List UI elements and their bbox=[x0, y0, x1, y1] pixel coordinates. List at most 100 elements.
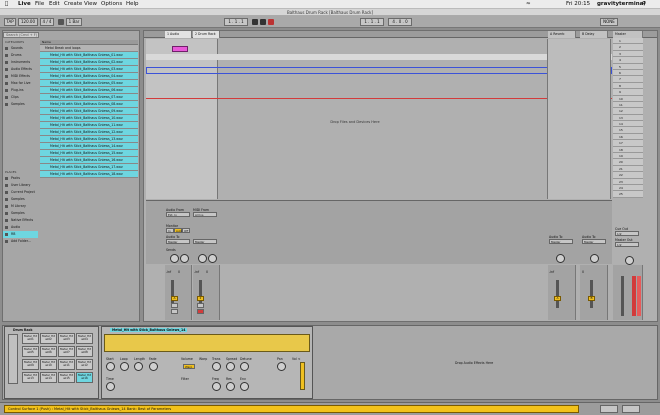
app-menu[interactable]: Live bbox=[18, 1, 31, 8]
send-a-knob[interactable] bbox=[170, 254, 179, 263]
drum-rack-title[interactable]: Drum Rack bbox=[13, 328, 33, 332]
audio-to-select[interactable]: Master bbox=[166, 239, 190, 244]
drum-pad[interactable]: Metal_Hit wi10 bbox=[40, 359, 57, 370]
return-audio-to-select[interactable]: Master bbox=[549, 239, 573, 244]
search-icon[interactable]: ⚲ bbox=[642, 1, 646, 8]
place-item[interactable]: User Library bbox=[3, 182, 38, 189]
master-out-select[interactable]: 1/2 bbox=[615, 242, 639, 247]
record-button[interactable] bbox=[268, 19, 274, 25]
file-row[interactable]: Metal_Hit with Stick_Balthaus Gniews_15.… bbox=[40, 150, 138, 157]
drum-pad[interactable]: Metal_Hit wi09 bbox=[22, 359, 39, 370]
wifi-icon[interactable]: ≈ bbox=[526, 1, 531, 8]
drum-pad[interactable]: Metal_Hit wi12 bbox=[76, 359, 93, 370]
file-row[interactable]: Metal_Hit with Stick_Balthaus Gniews_12.… bbox=[40, 129, 138, 136]
place-item[interactable]: Samples bbox=[3, 196, 38, 203]
drum-pad[interactable]: Metal_Hit wi06 bbox=[40, 346, 57, 357]
volume-fader[interactable] bbox=[556, 280, 559, 308]
master-pan-knob[interactable] bbox=[625, 256, 634, 265]
metronome-icon[interactable] bbox=[58, 19, 64, 25]
category-item[interactable]: Clips bbox=[3, 94, 38, 101]
track-header-audio[interactable]: 1 Audio bbox=[165, 31, 192, 38]
solo-button[interactable] bbox=[197, 303, 204, 308]
send-b-knob[interactable] bbox=[180, 254, 189, 263]
category-item[interactable]: Instruments bbox=[3, 59, 38, 66]
file-row[interactable]: Metal_Hit with Stick_Balthaus Gniews_08.… bbox=[40, 101, 138, 108]
category-item[interactable]: Plug-ins bbox=[3, 87, 38, 94]
simpler-title[interactable]: Metal_Hit with Stick_Balthaus Gniews_14 bbox=[110, 328, 188, 332]
volume-value[interactable]: -inf bbox=[194, 270, 199, 274]
file-row[interactable]: Metal_Hit with Stick_Balthaus Gniews_16.… bbox=[40, 157, 138, 164]
file-row[interactable]: Metal_Hit with Stick_Balthaus Gniews_01.… bbox=[40, 52, 138, 59]
file-row[interactable]: Metal_Hit with Stick_Balthaus Gniews_17.… bbox=[40, 164, 138, 171]
volume-fader[interactable] bbox=[590, 280, 593, 308]
volume-value[interactable]: -inf bbox=[166, 270, 171, 274]
apple-icon[interactable]:  bbox=[5, 1, 8, 8]
file-row[interactable]: Metal_Hit with Stick_Balthaus Gniews_03.… bbox=[40, 66, 138, 73]
category-item[interactable]: Sounds bbox=[3, 45, 38, 52]
scene-launch[interactable]: 25 bbox=[613, 191, 643, 198]
send-b-knob-drum[interactable] bbox=[208, 254, 217, 263]
track-header-drum-rack[interactable]: 2 Drum Rack bbox=[193, 31, 220, 38]
drum-pad[interactable]: Metal_Hit wi14 bbox=[40, 372, 57, 383]
menu-file[interactable]: File bbox=[35, 1, 44, 8]
param-knob[interactable] bbox=[134, 362, 143, 371]
master-header[interactable]: Master bbox=[613, 31, 643, 38]
monitor-auto[interactable]: Auto bbox=[174, 228, 183, 233]
browser-search-input[interactable]: Search (Cmd + F) bbox=[3, 32, 39, 38]
param-knob[interactable] bbox=[149, 362, 158, 371]
param-knob[interactable] bbox=[240, 362, 249, 371]
drum-pad[interactable]: Metal_Hit wi05 bbox=[22, 346, 39, 357]
param-knob[interactable] bbox=[226, 382, 235, 391]
param-knob[interactable] bbox=[240, 382, 249, 391]
status-track-icon[interactable] bbox=[600, 405, 618, 413]
tap-button[interactable]: TAP bbox=[4, 18, 16, 26]
return-b-send-knob[interactable] bbox=[590, 254, 599, 263]
return-a-send-knob[interactable] bbox=[556, 254, 565, 263]
arm-button[interactable] bbox=[197, 309, 204, 314]
place-item[interactable]: Audio bbox=[3, 224, 38, 231]
param-knob[interactable] bbox=[277, 362, 286, 371]
tempo-field[interactable]: 120.00 bbox=[18, 18, 38, 26]
category-item[interactable]: Max for Live bbox=[3, 80, 38, 87]
file-row[interactable]: Metal_Hit with Stick_Balthaus Gniews_10.… bbox=[40, 115, 138, 122]
add-folder-button[interactable]: Add Folder... bbox=[3, 238, 38, 245]
sample-waveform[interactable] bbox=[104, 334, 310, 352]
file-row[interactable]: Metal_Hit with Stick_Balthaus Gniews_07.… bbox=[40, 94, 138, 101]
file-row[interactable]: Metal_Hit with Stick_Balthaus Gniews_02.… bbox=[40, 59, 138, 66]
file-row[interactable]: Metal_Hit with Stick_Balthaus Gniews_04.… bbox=[40, 73, 138, 80]
file-row[interactable]: Metal_Hit with Stick_Balthaus Gniews_13.… bbox=[40, 136, 138, 143]
place-item[interactable]: Native Effects bbox=[3, 217, 38, 224]
play-button[interactable] bbox=[252, 19, 258, 25]
drum-pad[interactable]: Metal_Hit wi03 bbox=[58, 333, 75, 344]
drum-pad[interactable]: Metal_Hit wi02 bbox=[40, 333, 57, 344]
file-row[interactable]: Metal_Hit with Stick_Balthaus Gniews_14.… bbox=[40, 143, 138, 150]
drum-pad[interactable]: Metal_Hit wi04 bbox=[76, 333, 93, 344]
category-item[interactable]: Drums bbox=[3, 52, 38, 59]
track-activator-button[interactable]: A bbox=[171, 296, 178, 301]
return-activator-button[interactable]: B bbox=[588, 296, 595, 301]
return-b-audio-to-select[interactable]: Master bbox=[582, 239, 606, 244]
audio-from-select[interactable]: Ext. In bbox=[166, 212, 190, 217]
place-item[interactable]: Samples bbox=[3, 210, 38, 217]
file-row[interactable]: Metal_Hit with Stick_Balthaus Gniews_05.… bbox=[40, 80, 138, 87]
menu-options[interactable]: Options bbox=[101, 1, 122, 8]
param-knob[interactable] bbox=[212, 362, 221, 371]
place-item-selected[interactable]: RB bbox=[3, 231, 38, 238]
clip-slot-highlight[interactable] bbox=[146, 54, 612, 60]
param-knob[interactable] bbox=[226, 362, 235, 371]
master-volume-fader[interactable] bbox=[621, 276, 624, 316]
drum-pad[interactable]: Metal_Hit wi08 bbox=[76, 346, 93, 357]
category-item[interactable]: Samples bbox=[3, 101, 38, 108]
status-clip-icon[interactable] bbox=[622, 405, 640, 413]
pan-value[interactable]: 0 bbox=[582, 270, 584, 274]
drum-pad[interactable]: Metal_Hit wi15 bbox=[58, 372, 75, 383]
solo-button[interactable] bbox=[171, 303, 178, 308]
return-header-reverb[interactable]: A Reverb bbox=[548, 31, 576, 38]
return-activator-button[interactable]: A bbox=[554, 296, 561, 301]
menu-edit[interactable]: Edit bbox=[49, 1, 60, 8]
loop-end-field[interactable]: 4 . 0 . 0 bbox=[388, 18, 412, 26]
audio-to-select-drum[interactable]: Master bbox=[193, 239, 217, 244]
drum-pad[interactable]: Metal_Hit wi13 bbox=[22, 372, 39, 383]
drum-pad[interactable]: Metal_Hit wi11 bbox=[58, 359, 75, 370]
volume-value[interactable]: -inf bbox=[549, 270, 554, 274]
